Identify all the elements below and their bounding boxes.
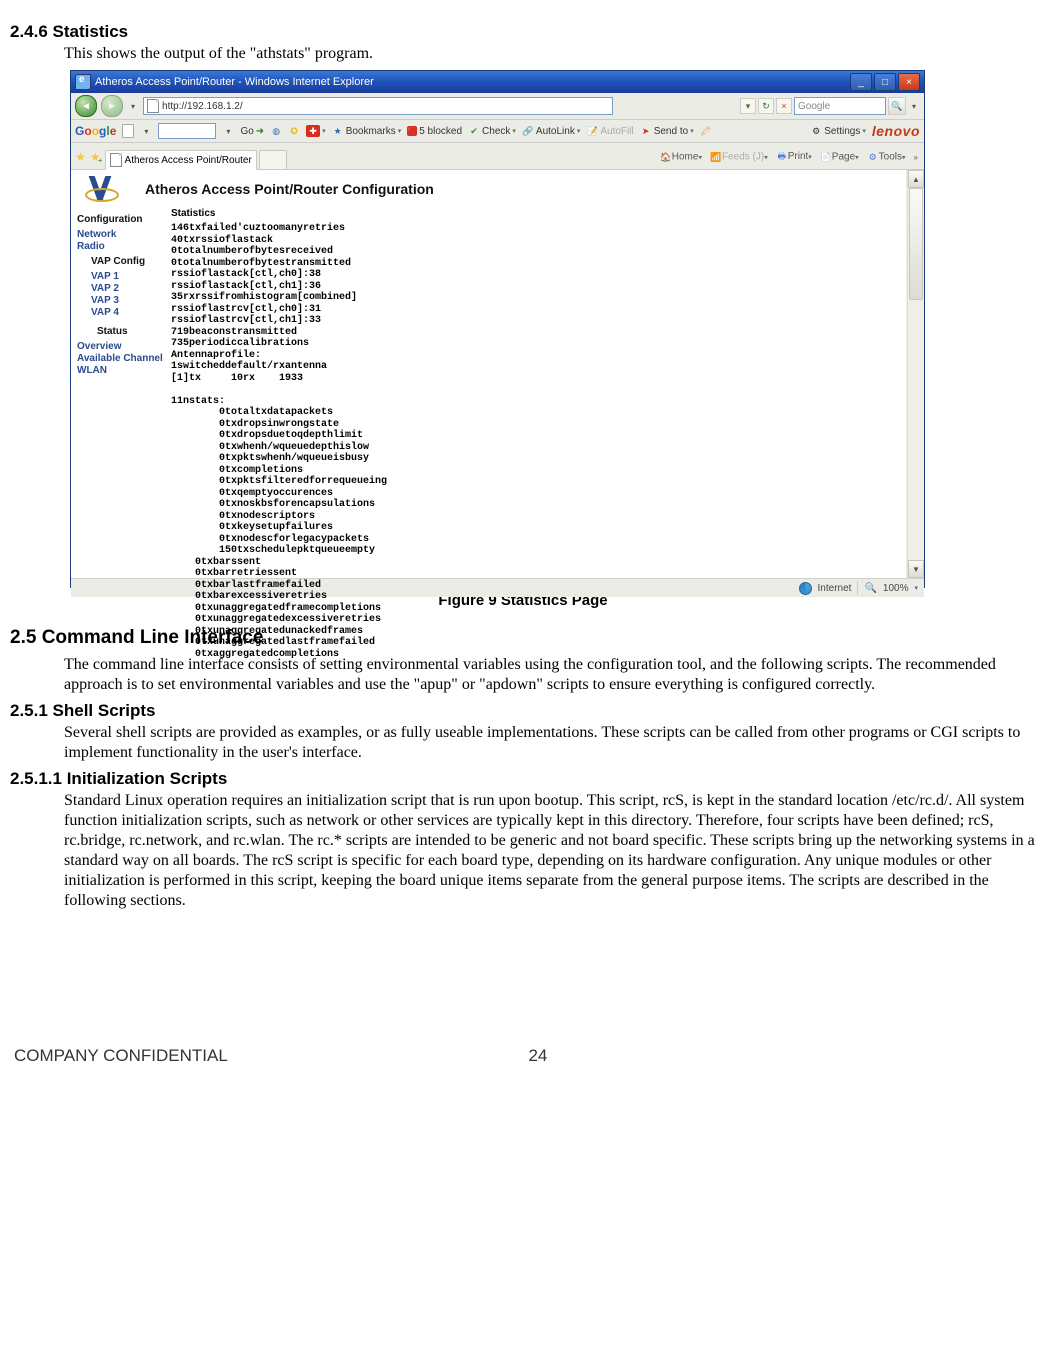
google-misc-icon2[interactable]: ✪ bbox=[288, 125, 300, 137]
cmd-home[interactable]: 🏠Home▾ bbox=[660, 151, 702, 163]
sidebar-link-available-channel[interactable]: Available Channel bbox=[77, 353, 171, 364]
page-body: Atheros Access Point/Router Configuratio… bbox=[71, 170, 907, 578]
google-misc-icon1[interactable]: ◍ bbox=[270, 125, 282, 137]
browser-tab-active[interactable]: Atheros Access Point/Router bbox=[105, 150, 257, 170]
sidebar-heading-configuration: Configuration bbox=[77, 214, 171, 225]
forward-button[interactable]: ► bbox=[101, 95, 123, 117]
favorites-star-icon[interactable]: ★ bbox=[75, 150, 86, 164]
sidebar-heading-vapconfig: VAP Config bbox=[91, 256, 171, 267]
google-logo-dropdown[interactable] bbox=[122, 124, 134, 138]
sidebar-heading-status: Status bbox=[97, 326, 171, 337]
statistics-pane: Statistics 146txfailed'cuztoomanyretries… bbox=[171, 202, 906, 660]
cmd-print[interactable]: 🖶Print▾ bbox=[776, 151, 812, 163]
address-input[interactable]: http://192.168.1.2/ bbox=[143, 97, 613, 115]
heading-2-5-1: 2.5.1 Shell Scripts bbox=[10, 701, 1036, 721]
page-footer: COMPANY CONFIDENTIAL 24 bbox=[10, 1046, 1036, 1066]
cmd-overflow[interactable]: » bbox=[914, 153, 920, 162]
google-logo: Google bbox=[75, 124, 116, 138]
google-search-input[interactable] bbox=[158, 123, 216, 139]
tab-label: Atheros Access Point/Router bbox=[125, 155, 252, 166]
url-text: http://192.168.1.2/ bbox=[162, 101, 243, 112]
statistics-heading: Statistics bbox=[171, 208, 906, 219]
sidebar-link-vap4[interactable]: VAP 4 bbox=[91, 307, 171, 318]
window-maximize-button[interactable]: □ bbox=[874, 73, 896, 91]
sidebar-link-vap1[interactable]: VAP 1 bbox=[91, 271, 171, 282]
sidebar-link-network[interactable]: Network bbox=[77, 229, 171, 240]
google-logo-chevron[interactable]: ▾ bbox=[140, 127, 152, 136]
scroll-up-button[interactable]: ▲ bbox=[908, 170, 924, 188]
para-init-scripts: Standard Linux operation requires an ini… bbox=[64, 791, 1036, 911]
para-shell-scripts: Several shell scripts are provided as ex… bbox=[64, 723, 1036, 763]
para-statistics-intro: This shows the output of the "athstats" … bbox=[64, 44, 1036, 64]
google-plus-button[interactable]: ✚▾ bbox=[306, 125, 326, 137]
google-go-button[interactable]: Go➜ bbox=[240, 126, 264, 137]
zoom-dropdown[interactable]: ▾ bbox=[914, 584, 918, 592]
ie-browser-window: Atheros Access Point/Router - Windows In… bbox=[70, 70, 925, 588]
go-dropdown[interactable]: ▾ bbox=[740, 98, 756, 114]
search-provider-dropdown[interactable]: ▾ bbox=[908, 102, 920, 111]
para-cli-intro: The command line interface consists of s… bbox=[64, 655, 1036, 695]
sidebar-link-overview[interactable]: Overview bbox=[77, 341, 171, 352]
google-highlight-icon[interactable]: 🖍 bbox=[700, 125, 712, 137]
window-close-button[interactable]: × bbox=[898, 73, 920, 91]
command-bar: ★ ★+ Atheros Access Point/Router 🏠Home▾ … bbox=[71, 143, 924, 170]
config-sidebar: Configuration Network Radio VAP Config V… bbox=[71, 202, 171, 660]
page-icon bbox=[147, 99, 159, 113]
google-sendto[interactable]: ➤Send to▾ bbox=[640, 125, 694, 137]
tab-page-icon bbox=[110, 153, 122, 167]
viewport: Atheros Access Point/Router Configuratio… bbox=[71, 170, 924, 578]
statistics-output: 146txfailed'cuztoomanyretries 40txrssiof… bbox=[171, 223, 906, 660]
heading-2-5-1-1: 2.5.1.1 Initialization Scripts bbox=[10, 769, 1036, 789]
google-settings[interactable]: ⚙Settings▾ bbox=[810, 125, 866, 137]
search-placeholder: Google bbox=[798, 101, 830, 112]
google-autolink[interactable]: 🔗AutoLink▾ bbox=[522, 125, 580, 137]
heading-2-4-6: 2.4.6 Statistics bbox=[10, 22, 1036, 42]
sidebar-link-radio[interactable]: Radio bbox=[77, 241, 171, 252]
vertical-scrollbar[interactable]: ▲ ▼ bbox=[907, 170, 924, 578]
search-go-button[interactable]: 🔍 bbox=[888, 97, 906, 115]
google-toolbar: Google ▾ ▾ Go➜ ◍ ✪ ✚▾ ★Bookmarks▾ 🚫5 blo… bbox=[71, 120, 924, 143]
window-title: Atheros Access Point/Router - Windows In… bbox=[95, 76, 374, 88]
sidebar-link-wlan[interactable]: WLAN bbox=[77, 365, 171, 376]
cmd-feeds[interactable]: 📶Feeds (J)▾ bbox=[710, 151, 768, 163]
scroll-down-button[interactable]: ▼ bbox=[908, 560, 924, 578]
google-search-chevron[interactable]: ▾ bbox=[222, 127, 234, 136]
lenovo-logo: lenovo bbox=[872, 123, 920, 139]
atheros-logo-icon bbox=[85, 176, 115, 202]
window-minimize-button[interactable]: _ bbox=[850, 73, 872, 91]
google-popup-blocked[interactable]: 🚫5 blocked bbox=[407, 126, 462, 137]
search-input[interactable]: Google bbox=[794, 97, 886, 115]
page-header: Atheros Access Point/Router Configuratio… bbox=[71, 170, 906, 202]
ie-icon bbox=[75, 74, 91, 90]
footer-confidential: COMPANY CONFIDENTIAL bbox=[14, 1046, 228, 1066]
app-title: Atheros Access Point/Router Configuratio… bbox=[145, 181, 434, 197]
refresh-button[interactable]: ↻ bbox=[758, 98, 774, 114]
google-bookmarks[interactable]: ★Bookmarks▾ bbox=[332, 125, 402, 137]
footer-page-number: 24 bbox=[528, 1046, 547, 1066]
scroll-track[interactable] bbox=[908, 188, 924, 560]
cmd-tools[interactable]: ⚙Tools▾ bbox=[867, 151, 906, 163]
add-favorites-icon[interactable]: ★+ bbox=[90, 150, 101, 164]
sidebar-link-vap3[interactable]: VAP 3 bbox=[91, 295, 171, 306]
window-titlebar: Atheros Access Point/Router - Windows In… bbox=[71, 71, 924, 93]
back-button[interactable]: ◄ bbox=[75, 95, 97, 117]
google-check[interactable]: ✔Check▾ bbox=[468, 125, 516, 137]
new-tab-button[interactable] bbox=[259, 150, 287, 170]
stop-button[interactable]: × bbox=[776, 98, 792, 114]
nav-history-dropdown[interactable]: ▾ bbox=[127, 102, 139, 111]
scroll-thumb[interactable] bbox=[909, 188, 923, 300]
google-autofill[interactable]: 📝AutoFill bbox=[586, 125, 633, 137]
address-toolbar: ◄ ► ▾ http://192.168.1.2/ ▾ ↻ × Google 🔍… bbox=[71, 93, 924, 120]
sidebar-link-vap2[interactable]: VAP 2 bbox=[91, 283, 171, 294]
cmd-page[interactable]: 📄Page▾ bbox=[820, 151, 859, 163]
